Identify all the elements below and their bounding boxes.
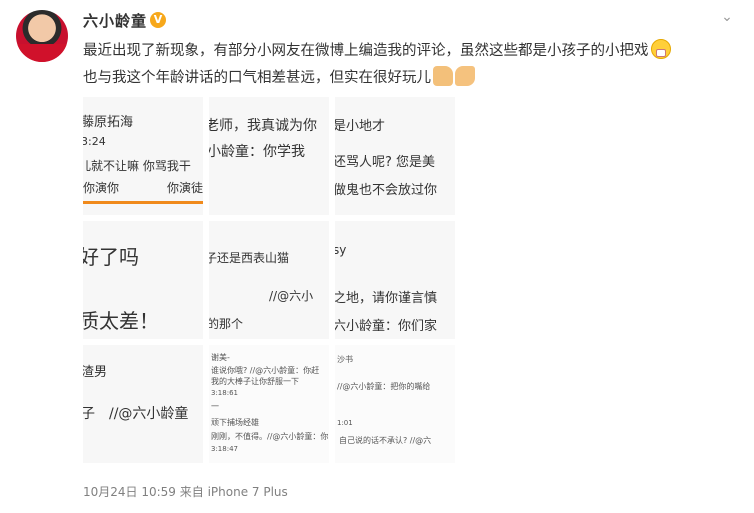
post-meta[interactable]: 10月24日 10:59 来自 iPhone 7 Plus (83, 483, 288, 500)
image-tile-1[interactable]: 藤原拓海 3:24 儿就不让嘛 你骂我干 :你演你 你演徒 (83, 97, 203, 215)
tile-text: 一 (211, 402, 219, 411)
image-tile-4[interactable]: 好了吗 质太差！ (83, 221, 203, 339)
image-tile-2[interactable]: 老师，我真诚为你 小龄童：你学我 (209, 97, 329, 215)
chevron-down-icon[interactable]: ⌄ (718, 10, 736, 24)
image-tile-5[interactable]: 子还是西表山猫 //@六小 的那个 (209, 221, 329, 339)
tile-text: 你演徒 (167, 181, 203, 195)
tile-text: 是小地才 (335, 119, 386, 134)
post-text-line-2: 也与我这个年龄讲话的口气相差甚远，但实在很好玩儿 (83, 70, 431, 86)
tile-text: 3:18:47 (211, 445, 238, 453)
image-tile-8[interactable]: 谢美- 谁说你哦? //@六小龄童：你赶 我的大棒子让你舒服一下 3:18:61… (209, 345, 329, 463)
tile-text: 沙书 (337, 355, 353, 364)
username[interactable]: 六小龄童 (83, 10, 147, 31)
tile-text: 质太差！ (83, 309, 159, 333)
image-tile-7[interactable]: 渣男 子 //@六小龄童 (83, 345, 203, 463)
tile-text: 小龄童：你学我 (209, 144, 305, 160)
tile-text: //@六小龄童：把你的嘴给 (337, 382, 431, 391)
tile-text: 自己说的话不承认? //@六 (339, 436, 432, 445)
tile-text: 好了吗 (83, 245, 139, 269)
tile-text: 子还是西表山猫 (209, 251, 290, 265)
thumbs-up-emoji-icon (433, 66, 453, 86)
tile-text: 3:24 (83, 135, 106, 148)
tile-text: 六小龄童：你们家 (335, 319, 438, 334)
verified-badge-icon: V (150, 12, 166, 28)
avatar[interactable] (16, 10, 68, 62)
tile-text: 老师，我真诚为你 (209, 118, 317, 134)
post-text-line-1: 最近出现了新现象，有部分小网友在微博上编造我的评论，虽然这些都是小孩子的小把戏 (83, 43, 649, 59)
handshake-emoji-icon (455, 66, 475, 86)
tile-text: //@六小龄童 (109, 406, 189, 422)
tile-text: 之地，请你谨言慎 (335, 291, 438, 306)
tile-text: 的那个 (209, 317, 244, 331)
image-tile-6[interactable]: sy 之地，请你谨言慎 六小龄童：你们家 (335, 221, 455, 339)
tile-text: 还骂人呢? 您是美 (335, 155, 436, 170)
tile-text: 我的大棒子让你舒服一下 (211, 377, 299, 386)
tile-text: 藤原拓海 (83, 115, 134, 130)
tile-underline (83, 201, 203, 204)
tile-text: 顽下捕场经雄 (211, 418, 259, 427)
tile-text: 谁说你哦? //@六小龄童：你赶 (211, 366, 320, 375)
tile-text: :你演你 (83, 181, 120, 195)
tile-text: 刚刚，不值得。//@六小龄童：你 (211, 432, 329, 441)
tile-text: 谢美- (211, 353, 230, 362)
tile-text: 子 (83, 406, 95, 422)
image-tile-3[interactable]: 是小地才 还骂人呢? 您是美 做鬼也不会放过你 (335, 97, 455, 215)
post-text: 最近出现了新现象，有部分小网友在微博上编造我的评论，虽然这些都是小孩子的小把戏 … (83, 38, 723, 92)
tile-text: 渣男 (83, 365, 108, 380)
grin-emoji-icon (650, 39, 671, 59)
tile-text: sy (335, 243, 347, 257)
tile-text: 做鬼也不会放过你 (335, 183, 438, 198)
image-tile-9[interactable]: 沙书 //@六小龄童：把你的嘴给 自己说的话不承认? //@六 1:01 (335, 345, 455, 463)
tile-text: 3:18:61 (211, 389, 238, 397)
tile-text: 1:01 (337, 419, 353, 427)
tile-text: 儿就不让嘛 你骂我干 (83, 159, 191, 173)
tile-text: //@六小 (269, 289, 314, 303)
